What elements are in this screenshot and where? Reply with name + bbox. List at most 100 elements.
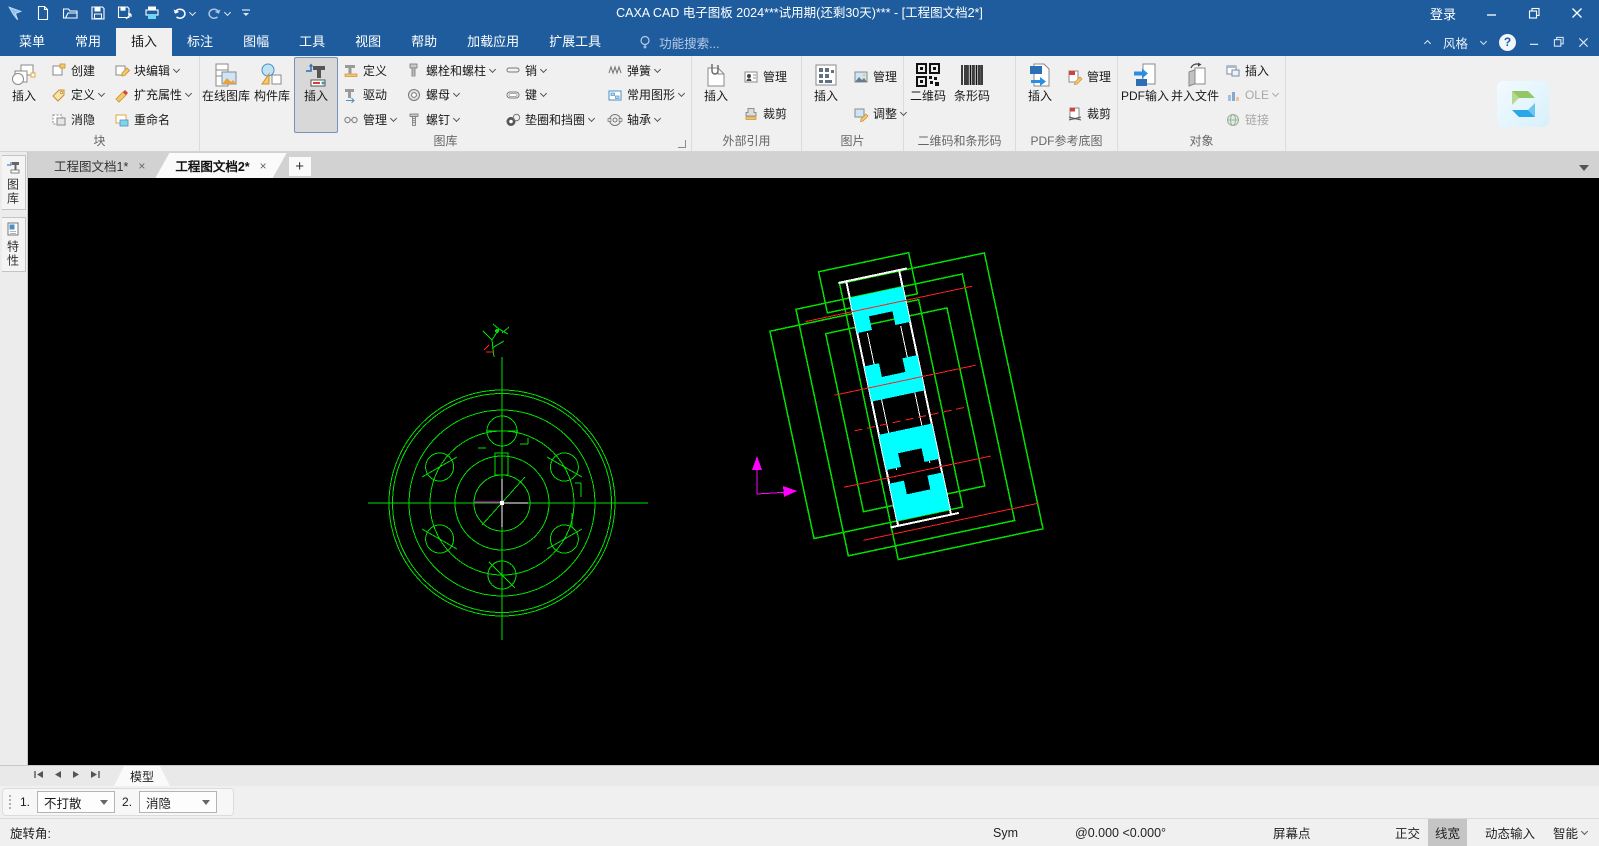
nuts-button[interactable]: 螺母	[403, 83, 498, 106]
sidebar-tab-library[interactable]: 图库	[2, 155, 26, 210]
help-icon[interactable]: ?	[1499, 34, 1516, 51]
minimize-button[interactable]	[1486, 7, 1498, 19]
doc-close-button[interactable]	[1578, 37, 1589, 48]
doc-tab-2[interactable]: 工程图文档2* ×	[155, 153, 286, 178]
qat-customize-button[interactable]	[241, 8, 251, 18]
bolts-button[interactable]: 螺栓和螺柱	[403, 59, 498, 82]
menu-tab-view[interactable]: 视图	[340, 28, 396, 56]
menu-tab-sheet[interactable]: 图幅	[228, 28, 284, 56]
keys-button[interactable]: 键	[502, 83, 600, 106]
chevron-down-icon[interactable]	[1480, 37, 1487, 44]
open-file-button[interactable]	[62, 5, 79, 21]
style-button[interactable]: 风格	[1443, 33, 1468, 52]
close-button[interactable]	[1571, 7, 1583, 19]
menu-tab-home[interactable]: 常用	[60, 28, 116, 56]
dialog-launcher-icon[interactable]	[678, 140, 686, 148]
undo-button[interactable]	[171, 6, 195, 21]
ole-button[interactable]: OLE	[1222, 83, 1281, 106]
library-drive-button[interactable]: 驱动	[340, 83, 399, 106]
screws-button[interactable]: 螺钉	[403, 108, 498, 131]
xref-insert-button[interactable]: 插入	[694, 57, 738, 133]
common-shapes-button[interactable]: 常用图形	[604, 83, 687, 106]
qr-code-button[interactable]: 二维码	[906, 57, 950, 133]
block-hide-button[interactable]: 消隐	[48, 108, 107, 131]
object-insert-button[interactable]: 插入	[1222, 59, 1281, 82]
menu-tab-tools[interactable]: 工具	[284, 28, 340, 56]
line-width-toggle[interactable]: 线宽	[1428, 819, 1467, 846]
hide-option-dropdown[interactable]: 消隐	[139, 791, 217, 813]
chevron-down-icon[interactable]	[189, 8, 196, 15]
xref-clip-button[interactable]: 裁剪	[740, 102, 790, 125]
sidebar-tab-properties[interactable]: 特性	[2, 217, 26, 272]
chevron-down-icon[interactable]	[224, 8, 231, 15]
collapse-ribbon-icon[interactable]	[1424, 40, 1431, 47]
model-sheet-tab[interactable]: 模型	[114, 766, 170, 786]
block-rename-button[interactable]: 重命名	[111, 108, 194, 131]
menu-tab-load-apps[interactable]: 加载应用	[452, 28, 534, 56]
drag-grip-icon[interactable]	[9, 795, 11, 809]
save-as-button[interactable]	[117, 5, 133, 21]
redo-button[interactable]	[206, 6, 230, 21]
image-adjust-button[interactable]: 调整	[850, 102, 909, 125]
pdf-insert-button[interactable]: 插入	[1018, 57, 1062, 133]
new-file-button[interactable]	[35, 5, 51, 21]
menu-tab-menu[interactable]: 菜单	[4, 28, 60, 56]
close-icon[interactable]: ×	[260, 159, 267, 173]
function-search[interactable]: 功能搜索...	[638, 28, 719, 56]
flange-top-view[interactable]	[368, 324, 648, 640]
pins-button[interactable]: 销	[502, 59, 600, 82]
tab-list-dropdown-icon[interactable]	[1579, 165, 1589, 171]
barcode-button[interactable]: 条形码	[950, 57, 994, 133]
pdf-clip-button[interactable]: 裁剪	[1064, 102, 1114, 125]
bearings-button[interactable]: 轴承	[604, 108, 687, 131]
prev-sheet-icon[interactable]	[54, 770, 62, 782]
image-manage-button[interactable]: 管理	[850, 65, 909, 88]
block-create-button[interactable]: 创建	[48, 59, 107, 82]
link-button[interactable]: 链接	[1222, 108, 1281, 131]
app-logo-icon[interactable]	[7, 5, 24, 22]
doc-restore-button[interactable]	[1553, 36, 1565, 48]
component-library-button[interactable]: 构件库	[250, 57, 294, 133]
pdf-manage-button[interactable]: 管理	[1064, 65, 1114, 88]
block-ext-attr-button[interactable]: 扩充属性	[111, 83, 194, 106]
ortho-toggle[interactable]: 正交	[1388, 819, 1427, 846]
print-button[interactable]	[144, 5, 160, 21]
dynamic-input-toggle[interactable]: 动态输入	[1478, 819, 1542, 846]
menu-tab-help[interactable]: 帮助	[396, 28, 452, 56]
chevron-down-icon	[654, 115, 661, 122]
next-sheet-icon[interactable]	[72, 770, 80, 782]
drawing-canvas[interactable]	[28, 178, 1599, 765]
menu-tab-insert[interactable]: 插入	[116, 28, 172, 56]
smart-snap-toggle[interactable]: 智能	[1546, 819, 1594, 846]
doc-tab-1[interactable]: 工程图文档1* ×	[34, 153, 165, 178]
first-sheet-icon[interactable]	[34, 770, 44, 782]
option-2-number: 2.	[122, 795, 132, 809]
ribbon: 插入 创建 定义 消隐	[0, 56, 1599, 152]
close-icon[interactable]: ×	[138, 159, 145, 173]
login-button[interactable]: 登录	[1430, 4, 1456, 23]
assembly-section-view[interactable]	[760, 237, 1044, 576]
image-insert-button[interactable]: 插入	[804, 57, 848, 133]
screen-point-button[interactable]: 屏幕点	[1266, 819, 1318, 846]
last-sheet-icon[interactable]	[90, 770, 100, 782]
save-button[interactable]	[90, 5, 106, 21]
title-bar: CAXA CAD 电子图板 2024***试用期(还剩30天)*** - [工程…	[0, 0, 1599, 26]
menu-tab-ext-tools[interactable]: 扩展工具	[534, 28, 616, 56]
online-library-button[interactable]: 在线图库	[202, 57, 250, 133]
library-define-button[interactable]: 定义	[340, 59, 399, 82]
block-insert-button[interactable]: 插入	[2, 57, 46, 133]
block-edit-button[interactable]: 块编辑	[111, 59, 194, 82]
library-insert-button[interactable]: 插入	[294, 57, 338, 133]
block-define-button[interactable]: 定义	[48, 83, 107, 106]
springs-button[interactable]: 弹簧	[604, 59, 687, 82]
washers-button[interactable]: 垫圈和挡圈	[502, 108, 600, 131]
explode-option-dropdown[interactable]: 不打散	[37, 791, 115, 813]
xref-manage-button[interactable]: 管理	[740, 65, 790, 88]
doc-minimize-button[interactable]	[1529, 37, 1540, 48]
restore-button[interactable]	[1528, 7, 1541, 20]
merge-file-button[interactable]: 并入文件	[1170, 57, 1220, 133]
pdf-input-button[interactable]: PDF输入	[1120, 57, 1170, 133]
menu-tab-annotate[interactable]: 标注	[172, 28, 228, 56]
library-manage-button[interactable]: 管理	[340, 108, 399, 131]
new-doc-tab-button[interactable]: +	[289, 157, 311, 176]
